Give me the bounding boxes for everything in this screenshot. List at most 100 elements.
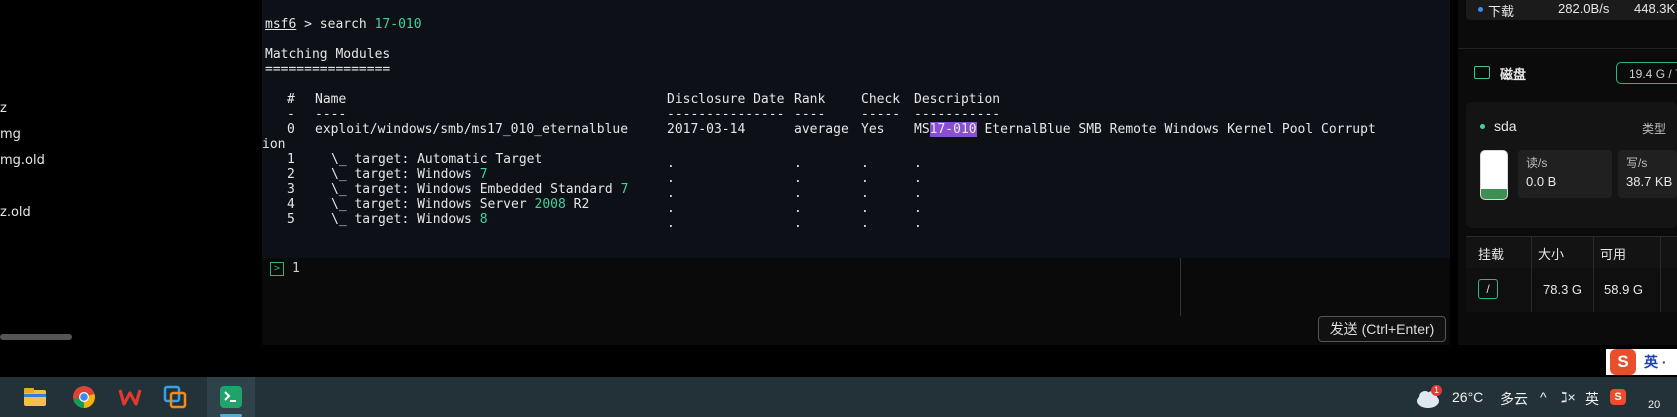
download-dot-icon: [1478, 7, 1483, 12]
empty-cell: .: [861, 186, 869, 201]
file-item[interactable]: mg.old: [0, 153, 45, 168]
target-highlight: 2008: [534, 197, 566, 212]
target-num: 4: [287, 197, 295, 212]
empty-cell: .: [861, 156, 869, 171]
file-item[interactable]: z: [0, 101, 7, 116]
row-date: 2017-03-14: [667, 122, 746, 137]
row-rank: average: [794, 122, 849, 137]
download-label: 下载: [1488, 4, 1515, 19]
write-label: 写/s: [1626, 156, 1648, 170]
target-text: \_ target: Windows Server 2008 R2: [331, 197, 589, 213]
row-check: Yes: [861, 122, 885, 137]
rule-name: ----: [315, 107, 347, 122]
prompt-line: msf6 > search 17-010: [265, 17, 422, 33]
target-label: \_ target: Windows: [331, 167, 480, 182]
row-desc-wrap: ion: [262, 137, 286, 152]
rule-num: -: [287, 107, 295, 122]
target-highlight: 7: [620, 182, 629, 197]
target-label: \_ target: Automatic Target: [331, 152, 543, 167]
target-num: 5: [287, 212, 295, 227]
terminal-output: msf6 > search 17-010 Matching Modules ==…: [262, 0, 1450, 258]
target-highlight: 8: [479, 212, 488, 227]
disk-usage-badge: 19.4 G / 7: [1616, 62, 1677, 84]
tray-overflow-chevron-icon[interactable]: ^: [1540, 389, 1547, 405]
send-button[interactable]: 发送 (Ctrl+Enter): [1318, 316, 1446, 342]
heading-rule: ================: [265, 62, 391, 77]
file-item[interactable]: z.old: [0, 205, 31, 220]
target-highlight: 7: [479, 167, 488, 182]
divider: [1660, 236, 1661, 312]
disk-icon: [1474, 66, 1490, 79]
empty-cell: .: [667, 186, 675, 201]
size-value: 78.3 G: [1543, 282, 1583, 297]
divider: [1531, 236, 1532, 312]
command: search: [319, 17, 375, 32]
language-indicator[interactable]: 英: [1585, 389, 1599, 409]
empty-cell: .: [861, 171, 869, 186]
terminal-app-icon[interactable]: [219, 385, 243, 409]
horizontal-scrollbar[interactable]: [0, 334, 72, 340]
chevron-right-icon: >: [270, 262, 284, 276]
rule-date: ---------------: [667, 107, 785, 122]
drive-type-label: 类型: [1642, 122, 1667, 136]
read-value: 0.0 B: [1526, 174, 1557, 189]
target-label: \_ target: Windows: [331, 212, 480, 227]
row-desc: MS17-010 EternalBlue SMB Remote Windows …: [914, 122, 1376, 138]
empty-cell: .: [667, 156, 675, 171]
line-number: 1: [292, 261, 300, 276]
volume-muted-icon[interactable]: ℷ×: [1561, 389, 1576, 406]
empty-cell: .: [794, 216, 802, 231]
prompt-separator: >: [296, 17, 320, 32]
divider: [1180, 258, 1181, 316]
sogou-tray-icon[interactable]: S: [1610, 389, 1626, 405]
desc-prefix: MS: [914, 122, 930, 137]
col-desc: Description: [914, 92, 1001, 107]
target-label: \_ target: Windows Embedded Standard: [331, 182, 621, 197]
col-num: #: [287, 92, 295, 107]
empty-cell: .: [667, 216, 675, 231]
col-date: Disclosure Date: [667, 92, 785, 107]
drive-name: sda: [1494, 118, 1517, 134]
drive-usage-fill: [1481, 189, 1507, 199]
command-input[interactable]: > 1: [262, 258, 1450, 345]
col-check: Check: [861, 92, 901, 107]
file-explorer-icon[interactable]: [23, 385, 47, 409]
col-mount: 挂载: [1478, 247, 1505, 262]
weather-condition[interactable]: 多云: [1500, 389, 1528, 409]
clock[interactable]: 20: [1648, 399, 1660, 411]
empty-cell: .: [667, 201, 675, 216]
target-text: \_ target: Windows Embedded Standard 7: [331, 182, 628, 198]
file-list: z mg mg.old z.old: [0, 0, 262, 345]
divider: [1458, 48, 1677, 49]
target-label: \_ target: Windows Server: [331, 197, 535, 212]
col-avail: 可用: [1600, 247, 1627, 262]
target-suffix: R2: [565, 197, 590, 212]
status-dot-icon: [1480, 124, 1485, 129]
target-text: \_ target: Windows 7: [331, 167, 488, 183]
empty-cell: .: [861, 201, 869, 216]
file-item[interactable]: mg: [0, 127, 21, 142]
row-num: 0: [287, 122, 295, 137]
target-text: \_ target: Automatic Target: [331, 152, 542, 168]
command-arg: 17-010: [374, 17, 422, 32]
ime-indicator[interactable]: S 英 ·: [1606, 349, 1677, 375]
download-speed: 282.0B/s: [1558, 1, 1610, 16]
target-num: 3: [287, 182, 295, 197]
prompt: msf6: [265, 17, 297, 32]
desc-suffix: EternalBlue SMB Remote Windows Kernel Po…: [976, 122, 1376, 137]
mount-path-button[interactable]: /: [1478, 279, 1498, 299]
vm-app-icon[interactable]: [163, 385, 187, 409]
col-rank: Rank: [794, 92, 826, 107]
col-name: Name: [315, 92, 347, 107]
empty-cell: .: [914, 156, 922, 171]
temperature[interactable]: 26°C: [1452, 389, 1483, 405]
ime-mode: 英 ·: [1644, 354, 1667, 370]
wps-office-icon[interactable]: [118, 385, 142, 409]
empty-cell: .: [914, 201, 922, 216]
chrome-icon[interactable]: [72, 385, 96, 409]
divider: [1593, 236, 1594, 312]
empty-cell: .: [794, 156, 802, 171]
read-label: 读/s: [1526, 156, 1548, 170]
write-value: 38.7 KB: [1626, 174, 1673, 189]
empty-cell: .: [667, 171, 675, 186]
